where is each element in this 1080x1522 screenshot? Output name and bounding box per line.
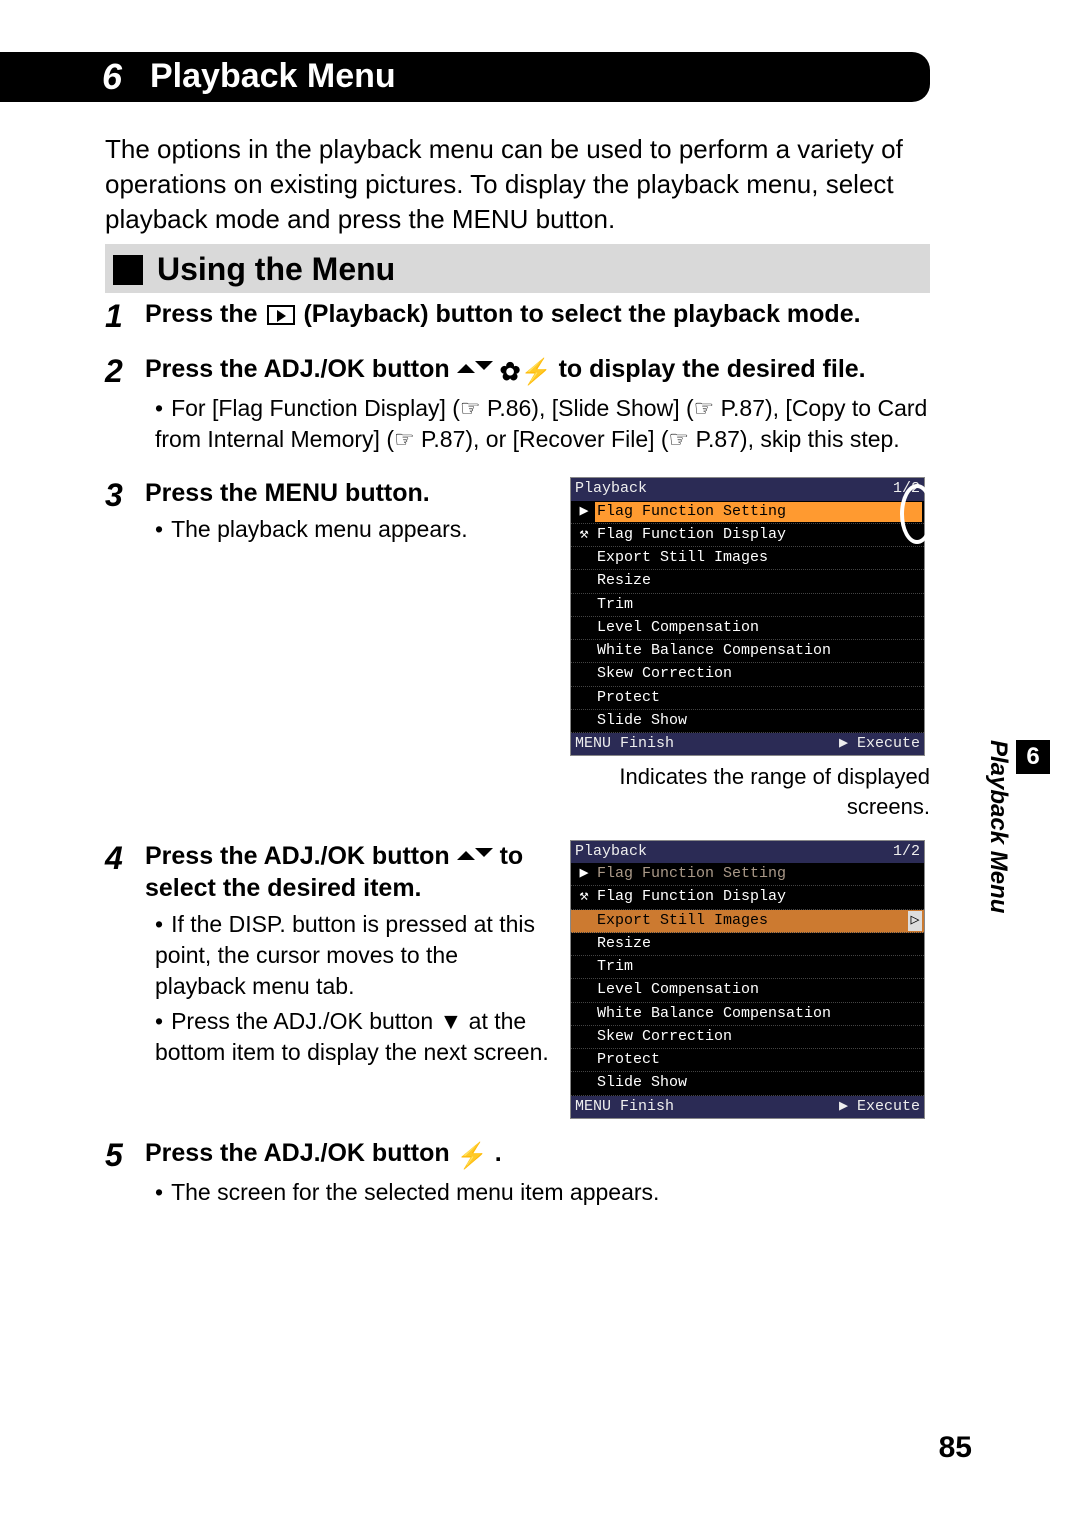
step-number: 3 xyxy=(105,477,145,821)
macro-icon: ✿ xyxy=(500,357,521,390)
menu-item: Protect xyxy=(595,1050,922,1070)
step-bullet: If the DISP. button is pressed at this p… xyxy=(155,909,550,1002)
setup-tab-icon: ⚒ xyxy=(573,525,595,545)
menu-item: Slide Show xyxy=(595,711,922,731)
step-bullet: Press the ADJ./OK button ▼ at the bottom… xyxy=(155,1006,550,1068)
step-bullet-list: The screen for the selected menu item ap… xyxy=(155,1177,930,1208)
menu-page: 1/2 xyxy=(893,842,920,862)
down-icon xyxy=(475,848,493,866)
step-number: 1 xyxy=(105,298,145,335)
menu-item: Resize xyxy=(595,571,922,591)
step-number: 5 xyxy=(105,1137,145,1213)
menu-item: Level Compensation xyxy=(595,980,922,1000)
step-number: 2 xyxy=(105,353,145,460)
menu-item: Trim xyxy=(595,957,922,977)
play-tab-icon: ▶ xyxy=(573,502,595,522)
menu-item: Flag Function Display xyxy=(595,525,922,545)
step-3: 3 Press the MENU button. The playback me… xyxy=(105,477,930,821)
menu-footer-left: MENU Finish xyxy=(575,734,674,754)
chapter-title: Playback Menu xyxy=(150,54,396,100)
step-bullet-list: The playback menu appears. xyxy=(155,514,550,545)
step-4: 4 Press the ADJ./OK button to select the… xyxy=(105,840,930,1119)
menu-item: Slide Show xyxy=(595,1073,922,1093)
step-heading: Press the ADJ./OK button ✿⚡ to display t… xyxy=(145,353,930,390)
step-5: 5 Press the ADJ./OK button ⚡ . The scree… xyxy=(105,1137,930,1213)
side-tab: 6 Playback Menu xyxy=(982,740,1050,913)
step-number: 4 xyxy=(105,840,145,1119)
intro-text: The options in the playback menu can be … xyxy=(105,132,930,237)
steps-list: 1 Press the (Playback) button to select … xyxy=(105,298,930,1230)
menu-item: Level Compensation xyxy=(595,618,922,638)
step-bullet: The screen for the selected menu item ap… xyxy=(155,1177,930,1208)
playback-menu-screenshot-2: Playback 1/2 ▶Flag Function Setting ⚒Fla… xyxy=(570,840,925,1119)
step-1: 1 Press the (Playback) button to select … xyxy=(105,298,930,335)
menu-footer-right: Execute xyxy=(839,734,920,754)
step-bullet: The playback menu appears. xyxy=(155,514,550,545)
setup-tab-icon: ⚒ xyxy=(573,887,595,907)
menu-item: Skew Correction xyxy=(595,1027,922,1047)
playback-menu-screenshot-1: Playback 1/2 ▶Flag Function Setting ⚒Fla… xyxy=(570,477,925,756)
flash-icon: ⚡ xyxy=(521,357,552,390)
menu-footer-left: MENU Finish xyxy=(575,1097,674,1117)
menu-item: Resize xyxy=(595,934,922,954)
playback-icon xyxy=(267,305,295,325)
step-bullet-list: If the DISP. button is pressed at this p… xyxy=(155,909,550,1068)
menu-item: Flag Function Setting xyxy=(595,502,922,522)
step-2: 2 Press the ADJ./OK button ✿⚡ to display… xyxy=(105,353,930,460)
step-heading: Press the ADJ./OK button to select the d… xyxy=(145,840,550,905)
step-heading: Press the MENU button. xyxy=(145,477,550,510)
menu-item: Flag Function Display xyxy=(595,887,922,907)
step-heading: Press the ADJ./OK button ⚡ . xyxy=(145,1137,930,1174)
play-tab-icon: ▶ xyxy=(573,864,595,884)
down-icon xyxy=(475,361,493,379)
menu-item-selected: Export Still Images xyxy=(595,911,908,931)
menu-item: Trim xyxy=(595,595,922,615)
up-icon xyxy=(457,355,475,373)
step-heading: Press the (Playback) button to select th… xyxy=(145,298,930,331)
menu-footer-right: Execute xyxy=(839,1097,920,1117)
menu-item: Flag Function Setting xyxy=(595,864,922,884)
menu-item: Export Still Images xyxy=(595,548,922,568)
flash-icon: ⚡ xyxy=(457,1141,488,1174)
section-title: Using the Menu xyxy=(157,248,395,291)
section-heading: Using the Menu xyxy=(105,244,930,293)
callout-ring-icon xyxy=(900,484,934,544)
menu-title: Playback xyxy=(575,842,647,862)
side-tab-number: 6 xyxy=(1016,740,1050,774)
section-square-icon xyxy=(113,255,143,285)
menu-title: Playback xyxy=(575,479,647,499)
menu-1-caption: Indicates the range of displayed screens… xyxy=(570,762,930,821)
side-tab-label: Playback Menu xyxy=(985,740,1012,913)
menu-item: White Balance Compensation xyxy=(595,1004,922,1024)
up-icon xyxy=(457,842,475,860)
chapter-header: 6 Playback Menu xyxy=(0,52,930,102)
menu-item: White Balance Compensation xyxy=(595,641,922,661)
step-bullet-list: For [Flag Function Display] (☞ P.86), [S… xyxy=(155,393,930,455)
right-cursor-icon: ▷ xyxy=(908,911,922,931)
step-bullet: For [Flag Function Display] (☞ P.86), [S… xyxy=(155,393,930,455)
menu-item: Protect xyxy=(595,688,922,708)
menu-item: Skew Correction xyxy=(595,664,922,684)
page-number: 85 xyxy=(939,1428,972,1469)
chapter-number: 6 xyxy=(102,53,150,102)
